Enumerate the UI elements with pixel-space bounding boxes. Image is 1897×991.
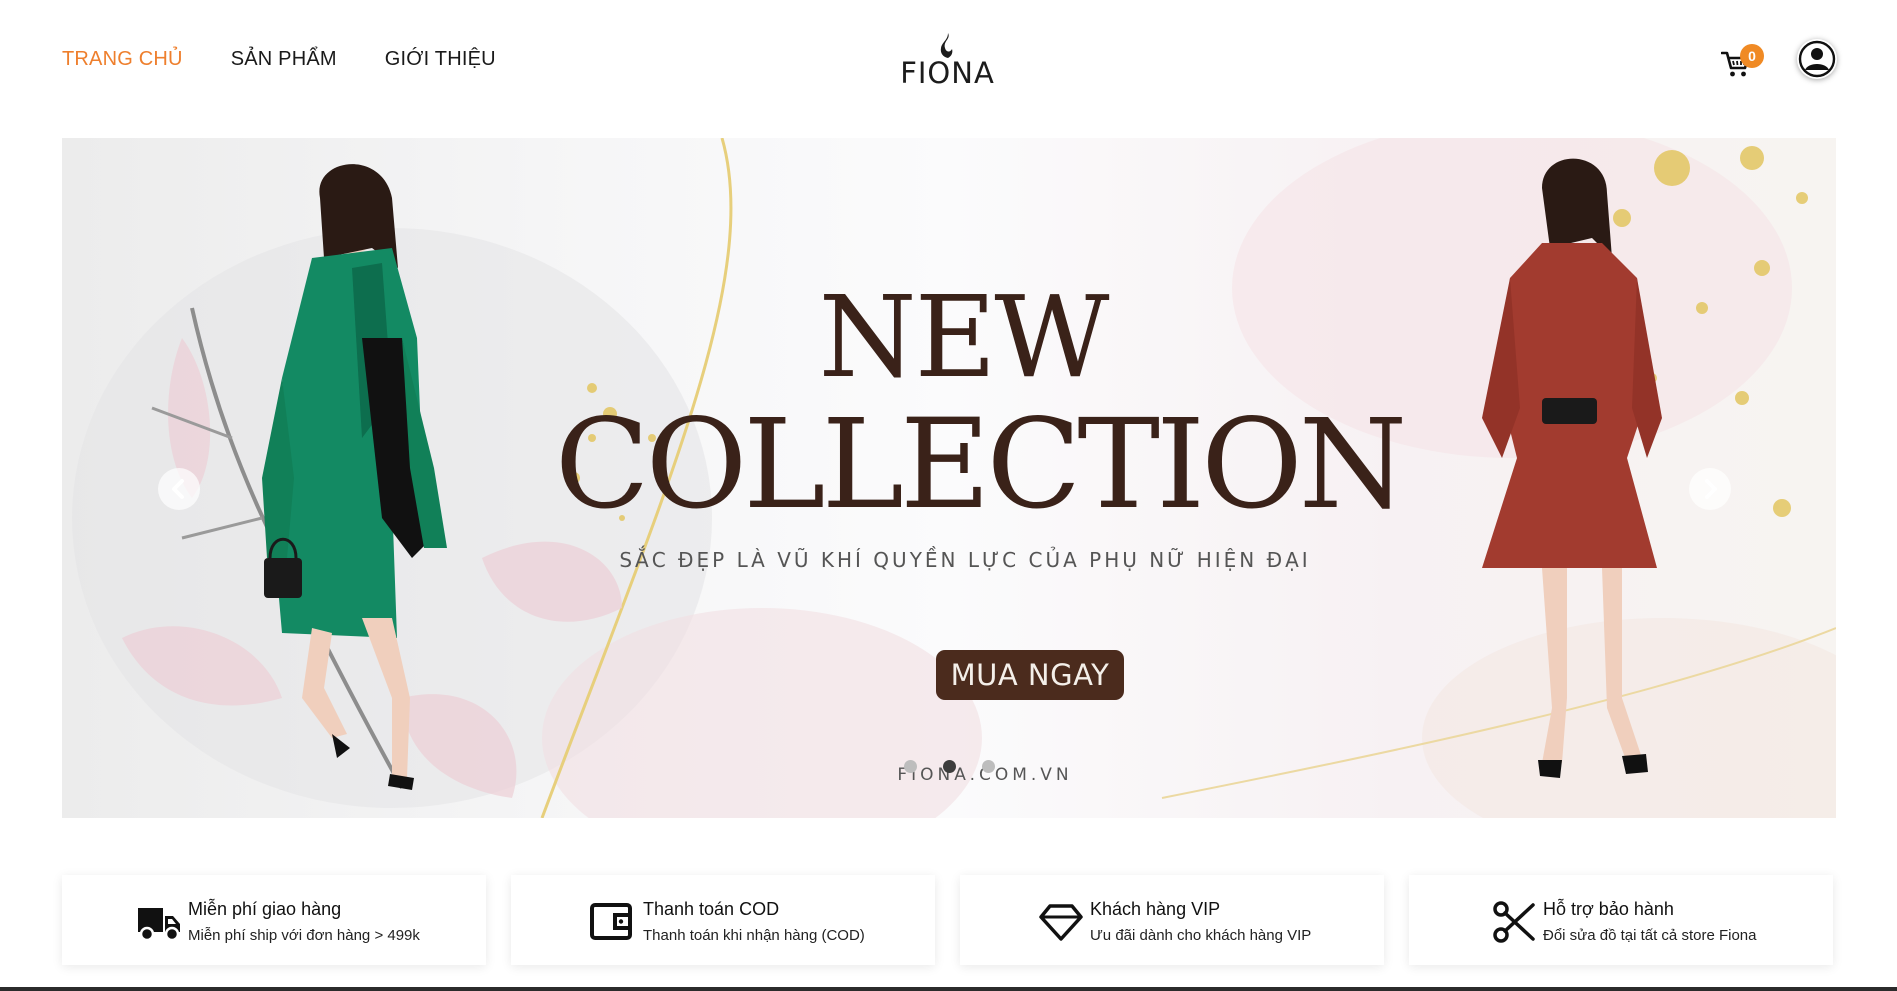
feature-title: Thanh toán COD xyxy=(643,899,780,919)
service-features: Miễn phí giao hàng Miễn phí ship với đơn… xyxy=(62,875,1836,965)
truck-icon xyxy=(138,908,180,942)
chevron-right-icon xyxy=(1705,479,1717,499)
wallet-icon xyxy=(590,903,632,940)
feature-subtitle: Ưu đãi dành cho khách hàng VIP xyxy=(1090,927,1312,944)
carousel-dot-1[interactable] xyxy=(904,760,917,773)
feature-text: Miễn phí giao hàng Miễn phí ship với đơn… xyxy=(188,897,420,947)
feature-cod-payment: Thanh toán COD Thanh toán khi nhận hàng … xyxy=(511,875,935,965)
feature-title: Khách hàng VIP xyxy=(1090,899,1221,919)
hero-headline-line1: NEW xyxy=(818,273,1110,403)
user-icon xyxy=(1798,40,1836,78)
feature-text: Hỗ trợ bảo hành Đổi sửa đồ tại tất cả st… xyxy=(1543,897,1756,947)
nav-item-products[interactable]: SẢN PHẨM xyxy=(231,48,337,71)
carousel-dot-2[interactable] xyxy=(943,760,956,773)
site-header: TRANG CHỦ SẢN PHẨM GIỚI THIỆU FIONA 0 xyxy=(0,0,1897,125)
feature-subtitle: Đổi sửa đồ tại tất cả store Fiona xyxy=(1543,927,1757,944)
feature-text: Khách hàng VIP Ưu đãi dành cho khách hàn… xyxy=(1090,897,1311,947)
hero-banner: NEW COLLECTION SẮC ĐẸP LÀ VŨ KHÍ QUYỀN L… xyxy=(62,138,1836,818)
feature-title: Miễn phí giao hàng xyxy=(188,899,342,919)
cart-count-badge: 0 xyxy=(1740,44,1764,68)
carousel-next-button[interactable] xyxy=(1689,468,1731,510)
shop-now-button[interactable]: MUA NGAY xyxy=(936,650,1124,700)
diamond-icon xyxy=(1039,904,1083,941)
hero-headline-line2: COLLECTION xyxy=(554,393,1407,537)
feature-title: Hỗ trợ bảo hành xyxy=(1543,899,1674,919)
brand-logo[interactable]: FIONA xyxy=(900,32,995,92)
hero-tagline: SẮC ĐẸP LÀ VŨ KHÍ QUYỀN LỰC CỦA PHỤ NỮ H… xyxy=(619,548,1311,572)
carousel-dot-3[interactable] xyxy=(982,760,995,773)
nav-item-home[interactable]: TRANG CHỦ xyxy=(62,48,183,71)
feature-subtitle: Miễn phí ship với đơn hàng > 499k xyxy=(188,927,420,944)
feature-subtitle: Thanh toán khi nhận hàng (COD) xyxy=(643,927,865,944)
main-nav: TRANG CHỦ SẢN PHẨM GIỚI THIỆU xyxy=(62,48,496,71)
cart-button[interactable]: 0 xyxy=(1718,44,1764,84)
feature-warranty: Hỗ trợ bảo hành Đổi sửa đồ tại tất cả st… xyxy=(1409,875,1833,965)
carousel-pagination xyxy=(904,760,995,773)
logo-wordmark: FIONA xyxy=(900,56,995,90)
nav-item-about[interactable]: GIỚI THIỆU xyxy=(385,48,496,71)
page-bottom-border xyxy=(0,987,1897,991)
user-account-button[interactable] xyxy=(1797,39,1837,79)
chevron-left-icon xyxy=(172,479,184,499)
scissors-icon xyxy=(1493,901,1535,943)
feature-text: Thanh toán COD Thanh toán khi nhận hàng … xyxy=(643,897,865,947)
carousel-prev-button[interactable] xyxy=(158,468,200,510)
feature-vip: Khách hàng VIP Ưu đãi dành cho khách hàn… xyxy=(960,875,1384,965)
feature-free-shipping: Miễn phí giao hàng Miễn phí ship với đơn… xyxy=(62,875,486,965)
